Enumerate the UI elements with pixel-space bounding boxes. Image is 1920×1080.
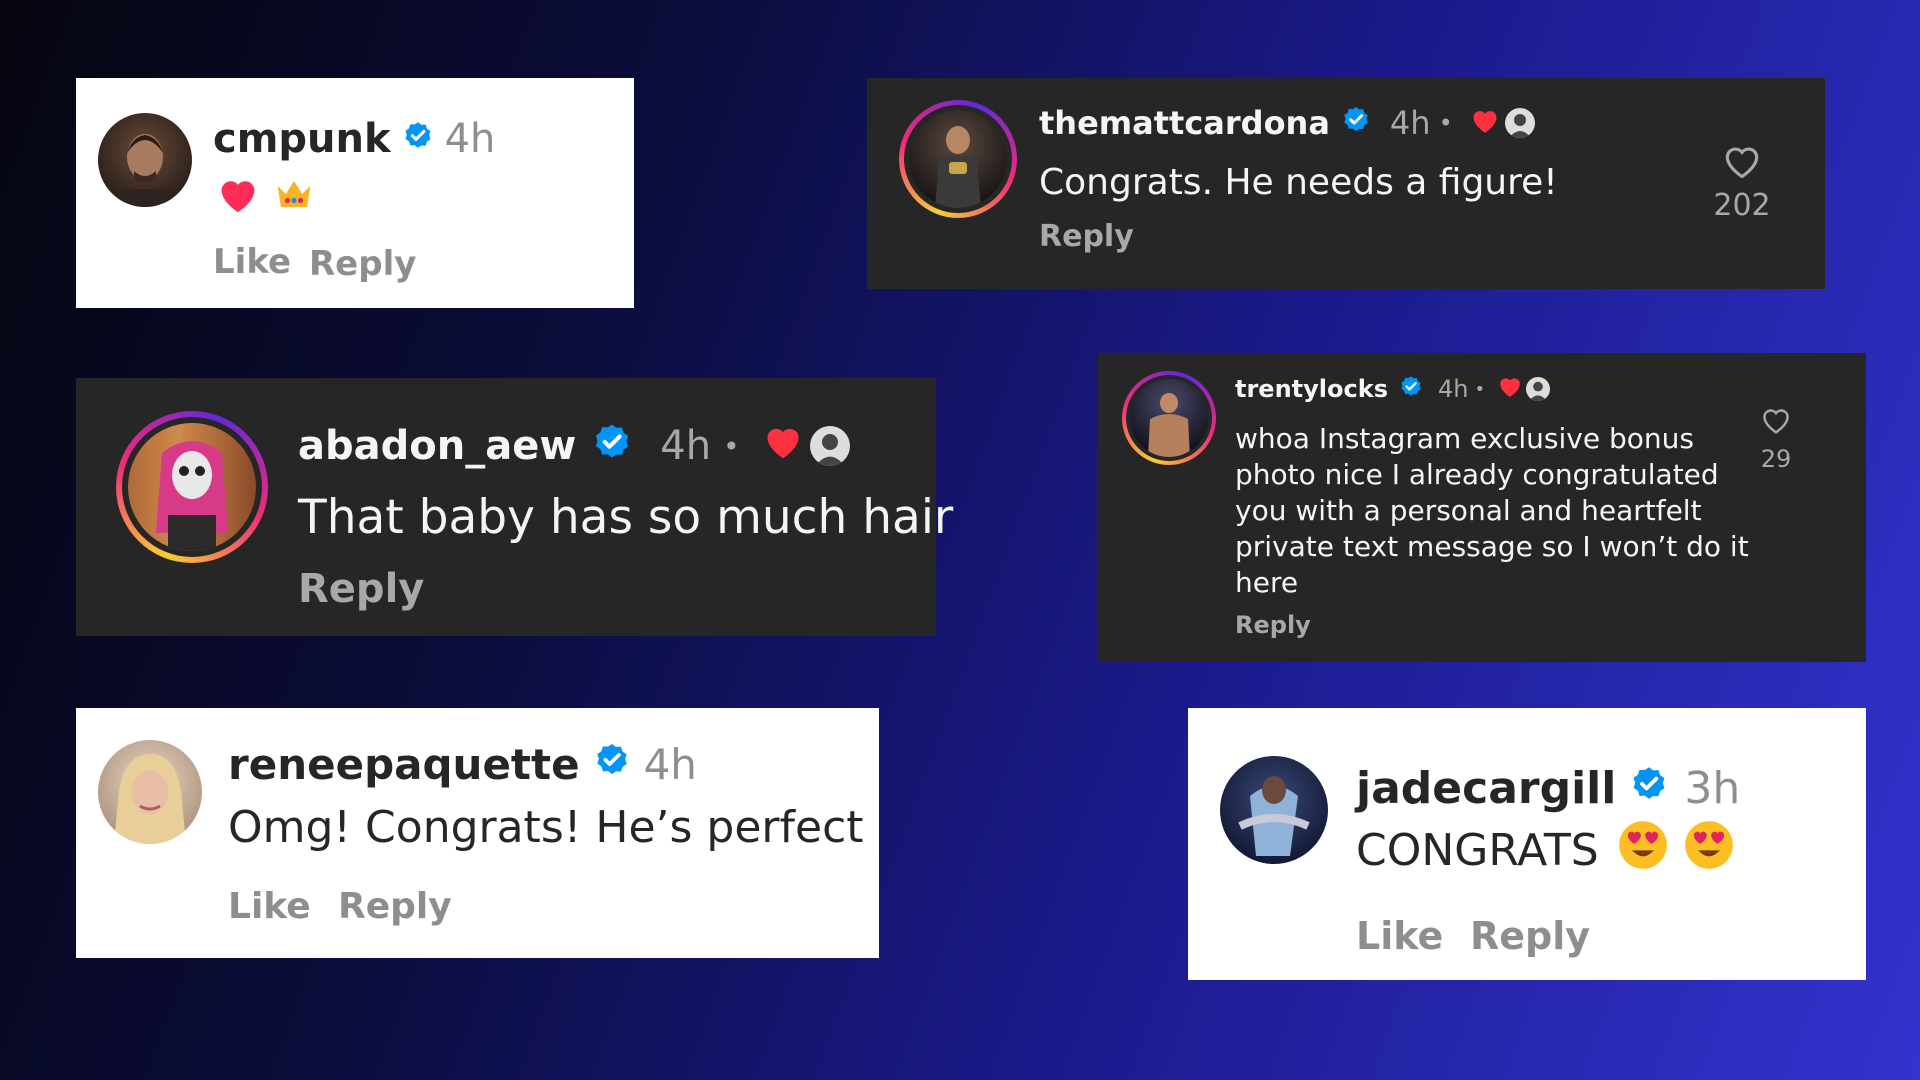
heart-eyes-emoji-icon <box>1683 819 1735 882</box>
comment-text-line: private text message so I won’t do it <box>1235 530 1749 563</box>
username[interactable]: reneepaquette <box>228 740 580 789</box>
username[interactable]: jadecargill <box>1356 763 1616 814</box>
comment-card-cmpunk: cmpunk 4h Like Reply <box>76 78 634 308</box>
comment-card-trentylocks: trentylocks 4h • whoa Instagram exclusiv… <box>1097 353 1866 662</box>
timestamp: 4h <box>444 116 496 162</box>
heart-eyes-emoji-icon <box>1617 819 1669 882</box>
avatar[interactable] <box>1220 756 1328 864</box>
creator-avatar-icon <box>809 426 850 466</box>
comment-header: trentylocks 4h • <box>1235 371 1551 407</box>
avatar <box>1130 379 1208 457</box>
verified-badge-icon <box>401 116 435 162</box>
comment-card-reneepaquette: reneepaquette 4h Omg! Congrats! He’s per… <box>76 708 879 958</box>
verified-badge-icon <box>1398 373 1424 405</box>
like-heart-icon[interactable] <box>1751 405 1801 435</box>
separator-dot: • <box>1474 378 1486 400</box>
timestamp: 4h <box>643 739 697 789</box>
timestamp: 3h <box>1684 762 1741 814</box>
creator-liked-heart-icon <box>762 422 804 470</box>
comment-header: jadecargill 3h <box>1356 760 1740 816</box>
crown-emoji-icon <box>274 176 314 216</box>
verified-badge-icon <box>592 739 632 789</box>
like-button[interactable]: Like <box>213 242 291 282</box>
like-block: 202 <box>1707 142 1777 223</box>
avatar[interactable] <box>98 113 192 207</box>
comment-body: CONGRATS <box>1356 820 1735 880</box>
story-ring[interactable] <box>116 411 268 563</box>
comment-text: Congrats. He needs a figure! <box>1039 162 1558 203</box>
reply-button[interactable]: Reply <box>309 244 416 284</box>
comment-text-line: here <box>1235 566 1299 599</box>
creator-liked-heart-icon <box>1469 104 1501 142</box>
reply-button[interactable]: Reply <box>1039 219 1134 254</box>
username[interactable]: themattcardona <box>1039 104 1330 142</box>
avatar[interactable] <box>98 740 202 844</box>
reactions <box>216 174 314 218</box>
comment-card-abadon-aew: abadon_aew 4h • That baby has so much ha… <box>76 378 953 636</box>
creator-liked-heart-icon <box>1497 374 1523 404</box>
separator-dot: • <box>723 429 740 463</box>
avatar <box>128 423 256 551</box>
story-ring[interactable] <box>1122 371 1216 465</box>
reply-button[interactable]: Reply <box>338 886 452 927</box>
like-count: 29 <box>1760 445 1792 473</box>
creator-avatar-icon <box>1504 108 1535 138</box>
username[interactable]: cmpunk <box>213 116 391 162</box>
comment-header: reneepaquette 4h <box>228 736 697 792</box>
verified-badge-icon <box>590 419 634 473</box>
comment-text-line: you with a personal and heartfelt <box>1235 494 1702 527</box>
username[interactable]: abadon_aew <box>298 423 576 469</box>
reply-button[interactable]: Reply <box>1235 611 1311 639</box>
comment-card-themattcardona: themattcardona 4h • Congrats. He needs a… <box>867 78 1825 289</box>
comment-text: CONGRATS <box>1356 824 1599 876</box>
comment-header: cmpunk 4h <box>213 114 495 164</box>
comment-header: themattcardona 4h • <box>1039 100 1535 146</box>
comment-text: Omg! Congrats! He’s perfect <box>228 802 864 853</box>
comment-text: whoa Instagram exclusive bonus photo nic… <box>1235 421 1749 601</box>
timestamp: 4h <box>660 423 712 469</box>
comment-text: That baby has so much hair <box>298 490 954 545</box>
like-block: 29 <box>1751 405 1801 473</box>
like-heart-icon[interactable] <box>1707 142 1777 180</box>
timestamp: 4h <box>1389 104 1431 142</box>
avatar <box>909 110 1007 208</box>
creator-avatar-icon <box>1526 377 1551 401</box>
verified-badge-icon <box>1628 762 1670 815</box>
verified-badge-icon <box>1340 103 1372 143</box>
like-count: 202 <box>1713 188 1771 223</box>
comment-text-line: whoa Instagram exclusive bonus <box>1235 422 1694 455</box>
comment-card-jadecargill: jadecargill 3h CONGRATS Like Reply <box>1188 708 1866 980</box>
separator-dot: • <box>1438 109 1453 137</box>
comment-header: abadon_aew 4h • <box>298 416 850 476</box>
like-button[interactable]: Like <box>1356 914 1443 958</box>
reply-button[interactable]: Reply <box>1470 914 1590 958</box>
like-button[interactable]: Like <box>228 886 311 927</box>
timestamp: 4h <box>1437 375 1469 403</box>
comment-text-line: photo nice I already congratulated <box>1235 458 1719 491</box>
reply-button[interactable]: Reply <box>298 566 424 612</box>
username[interactable]: trentylocks <box>1235 375 1388 403</box>
story-ring[interactable] <box>899 100 1017 218</box>
heart-emoji-icon <box>216 174 260 218</box>
